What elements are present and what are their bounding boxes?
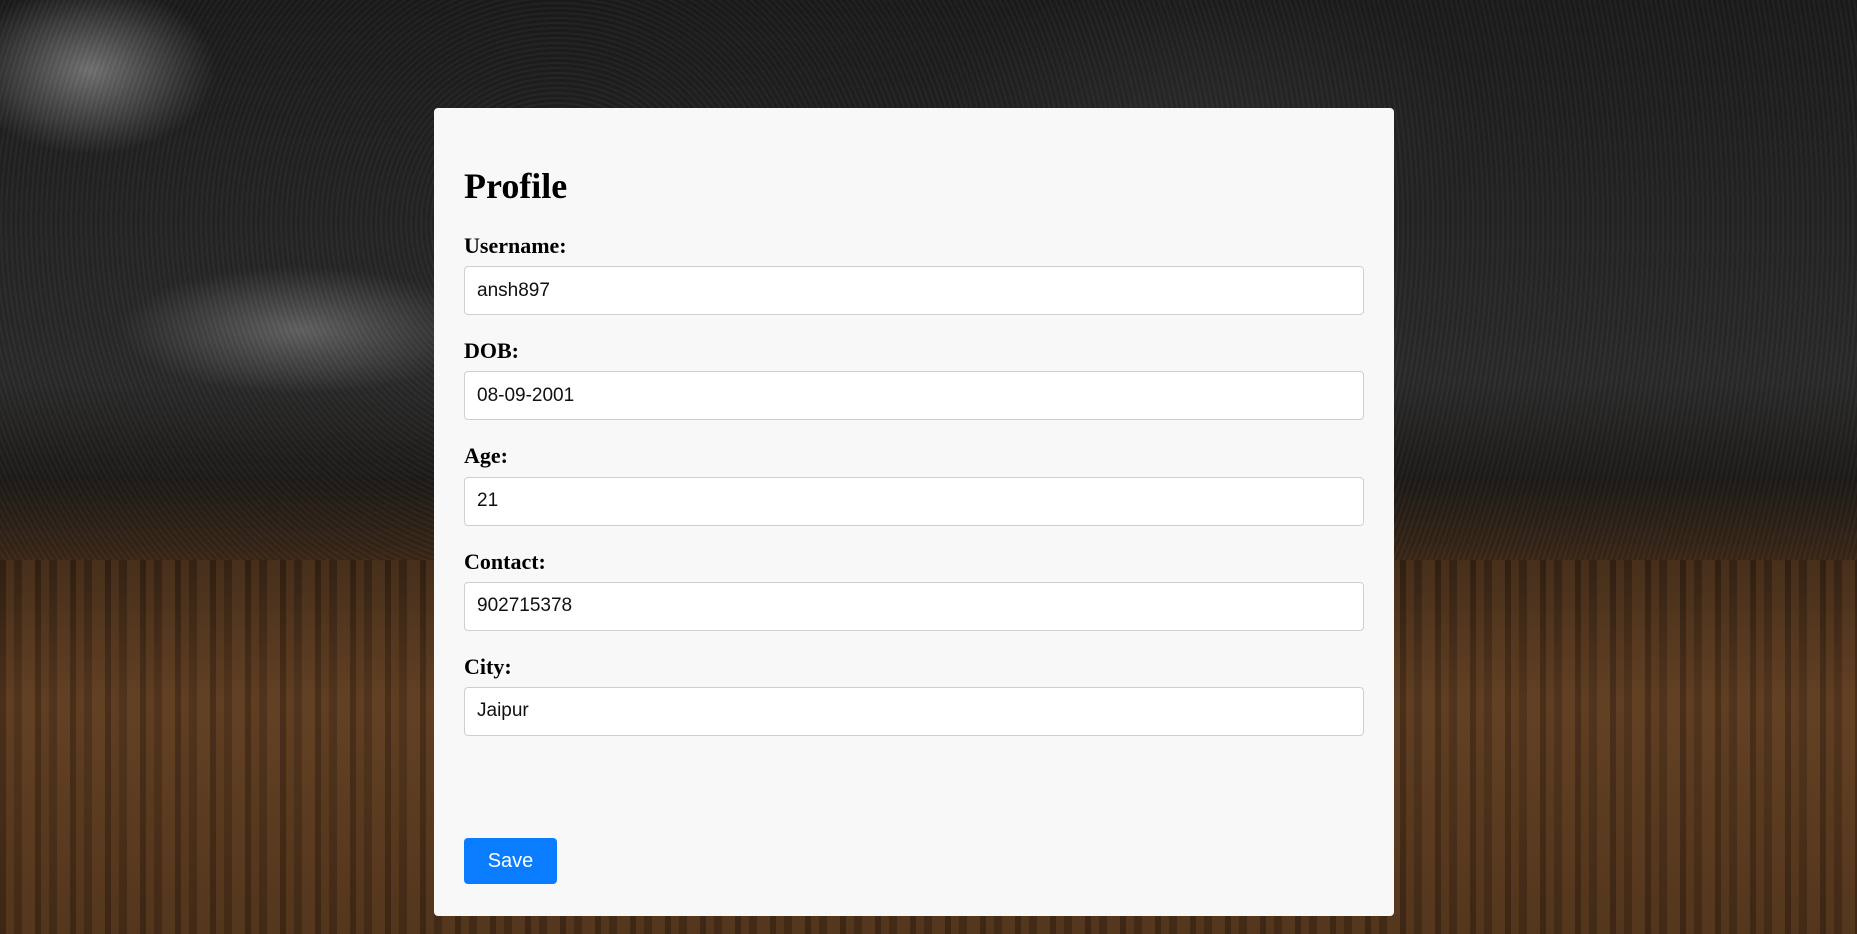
username-label: Username: (464, 233, 567, 258)
dob-label: DOB: (464, 338, 519, 364)
age-input[interactable] (464, 476, 1364, 526)
username-field-group: Username: (464, 233, 1364, 316)
city-field-group: City: (464, 653, 1364, 736)
dob-field-group: DOB: (464, 338, 1364, 421)
dob-input[interactable] (464, 371, 1364, 421)
save-button[interactable]: Save (464, 838, 557, 884)
age-label: Age: (464, 443, 508, 469)
contact-label: Contact: (464, 548, 546, 574)
contact-input[interactable] (464, 581, 1364, 631)
age-field-group: Age: (464, 443, 1364, 526)
profile-card: Profile Username: DOB: Age: Contact: Cit… (434, 108, 1394, 916)
city-input[interactable] (464, 686, 1364, 736)
contact-field-group: Contact: (464, 548, 1364, 631)
username-input[interactable] (464, 266, 1364, 316)
page-title: Profile (464, 166, 568, 206)
city-label: City: (464, 653, 512, 679)
